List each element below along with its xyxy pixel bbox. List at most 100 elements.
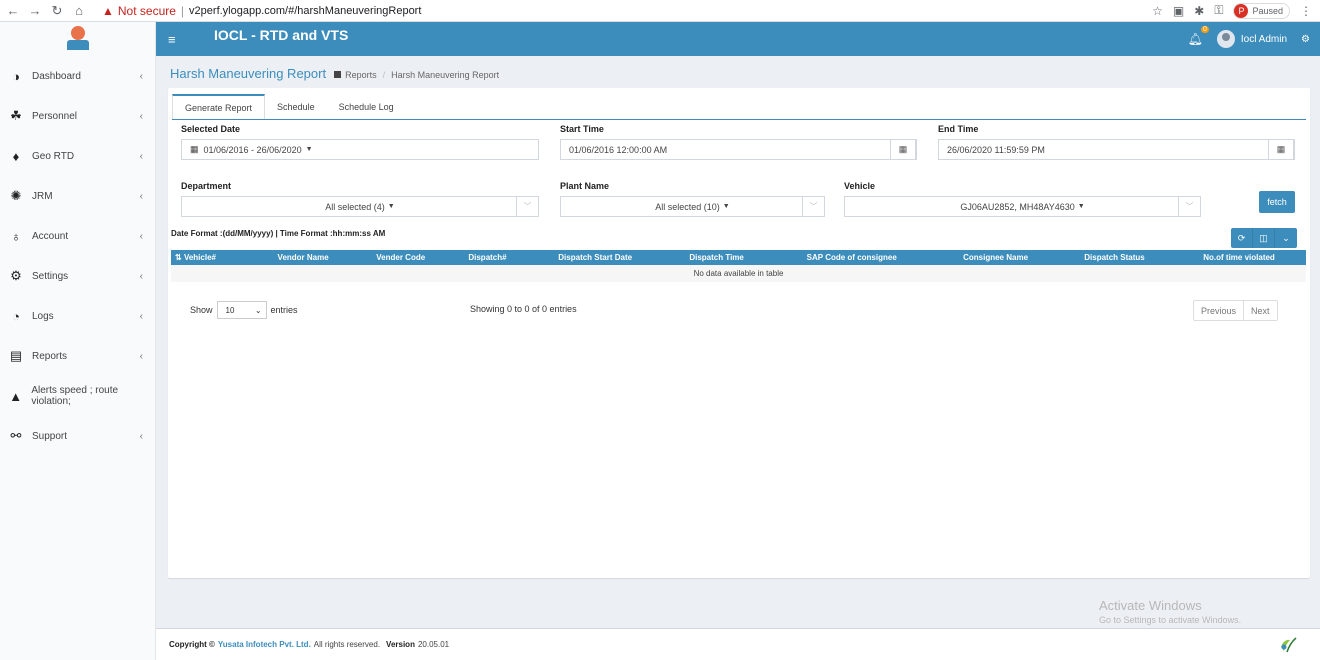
refresh-icon[interactable]: ⟳	[1231, 228, 1253, 248]
control-sidebar-icon[interactable]: ⚙	[1301, 34, 1310, 45]
app-title: IOCL - RTD and VTS	[214, 27, 349, 43]
clock-icon: ◔	[12, 308, 20, 324]
column-header[interactable]: ⇅ Vehicle#	[171, 250, 254, 265]
chevron-left-icon: ‹	[139, 350, 143, 362]
report-panel: Generate Report Schedule Schedule Log Se…	[168, 88, 1310, 578]
chevron-down-icon: ﹀	[1178, 196, 1200, 217]
plant-name-label: Plant Name	[560, 181, 610, 191]
home-icon[interactable]: ⌂	[70, 3, 88, 18]
tab-schedule-log[interactable]: Schedule Log	[327, 94, 406, 120]
sidebar-item-label: Geo RTD	[32, 150, 75, 162]
table-actions: ⟳ ◫ ⌄	[1231, 228, 1297, 248]
sidebar-item-label: Personnel	[32, 110, 78, 122]
sidebar-item-personnel[interactable]: ☘ Personnel ‹	[0, 96, 155, 136]
start-time-field[interactable]: 01/06/2016 12:00:00 AM ▦	[560, 139, 917, 160]
selected-date-label: Selected Date	[181, 124, 241, 134]
start-time-label: Start Time	[560, 124, 604, 134]
star-icon[interactable]: ☆	[1152, 4, 1163, 18]
export-dropdown-icon[interactable]: ⌄	[1275, 228, 1297, 248]
sidebar-item-geo[interactable]: ♦ Geo RTD ‹	[0, 136, 155, 176]
page-size-select[interactable]: 10 ⌄	[216, 301, 267, 319]
column-header[interactable]: SAP Code of consignee	[769, 250, 935, 265]
fetch-button[interactable]: fetch	[1259, 191, 1295, 213]
column-header[interactable]: Vendor Name	[253, 250, 353, 265]
column-header[interactable]: Dispatch#	[448, 250, 527, 265]
calendar-icon[interactable]: ▦	[1268, 139, 1294, 160]
caret-down-icon: ▼	[387, 203, 395, 210]
avatar	[1216, 30, 1235, 48]
warning-icon: ▲	[102, 3, 114, 18]
hamburger-icon[interactable]: ≡	[168, 32, 184, 47]
sidebar-item-label: Support	[32, 430, 68, 442]
column-header[interactable]: Consignee Name	[934, 250, 1057, 265]
profile-button[interactable]: P Paused	[1233, 2, 1290, 19]
user-menu[interactable]: Iocl Admin	[1216, 30, 1287, 48]
sidebar-item-settings[interactable]: ⚙ Settings ‹	[0, 256, 155, 296]
windows-activation-watermark: Activate Windows Go to Settings to activ…	[1099, 598, 1242, 625]
chevron-down-icon: ⌄	[254, 305, 262, 315]
page-title: Harsh Maneuvering Report	[170, 66, 327, 81]
column-header[interactable]: No.of time violated	[1172, 250, 1306, 265]
column-header[interactable]: Dispatch Start Date	[526, 250, 664, 265]
plant-name-select[interactable]: All selected (10) ▼ ﹀	[560, 196, 825, 217]
breadcrumb: Reports / Harsh Maneuvering Report	[334, 70, 499, 80]
sidebar-item-label: Alerts speed ; route violation;	[31, 385, 119, 407]
table-row: No data available in table	[171, 265, 1306, 282]
sidebar-item-account[interactable]: ♁ Account ‹	[0, 216, 155, 256]
reload-icon[interactable]: ↻	[48, 3, 66, 19]
browser-menu-icon[interactable]: ⋮	[1300, 4, 1312, 18]
end-time-label: End Time	[938, 124, 979, 134]
sidebar-item-label: Settings	[32, 270, 69, 282]
sidebar-item-label: Reports	[32, 350, 68, 362]
vehicle-select[interactable]: GJ06AU2852, MH48AY4630 ▼ ﹀	[844, 196, 1201, 217]
sidebar-item-alerts[interactable]: ▲ Alerts speed ; route violation;	[0, 376, 155, 416]
sidebar-item-support[interactable]: ⚯ Support ‹	[0, 416, 155, 456]
next-button[interactable]: Next	[1243, 301, 1277, 320]
tab-schedule[interactable]: Schedule	[265, 94, 327, 120]
sidebar-item-dashboard[interactable]: ◑ Dashboard ‹	[0, 56, 155, 96]
sidebar-item-jrm[interactable]: ✺ JRM ‹	[0, 176, 155, 216]
sort-icon: ⇅	[175, 253, 184, 262]
forward-icon[interactable]: →	[26, 3, 44, 18]
gear-icon: ✺	[10, 188, 22, 203]
column-toggle-icon[interactable]: ◫	[1253, 228, 1275, 248]
sidebar-item-logs[interactable]: ◔ Logs ‹	[0, 296, 155, 336]
extension-icon[interactable]: ▣	[1173, 4, 1184, 18]
chevron-down-icon: ﹀	[516, 196, 538, 217]
calendar-icon: ▦	[190, 144, 199, 154]
cog-icon: ⚙	[10, 268, 22, 283]
calendar-icon[interactable]: ▦	[890, 139, 916, 160]
notification-bell-icon[interactable]: 🔔︎ 0	[1188, 26, 1209, 46]
sidebar-item-reports[interactable]: ▤ Reports ‹	[0, 336, 155, 376]
column-header[interactable]: Vender Code	[352, 250, 449, 265]
back-icon[interactable]: ←	[4, 3, 22, 18]
previous-button[interactable]: Previous	[1194, 301, 1243, 320]
company-link[interactable]: Yusata Infotech Pvt. Ltd.	[218, 640, 311, 649]
date-range-picker[interactable]: ▦ 01/06/2016 - 26/06/2020 ▼	[181, 139, 539, 160]
column-header[interactable]: Dispatch Time	[663, 250, 770, 265]
sidebar-item-label: JRM	[32, 190, 53, 202]
end-time-field[interactable]: 26/06/2020 11:59:59 PM ▦	[938, 139, 1295, 160]
caret-down-icon: ▼	[1077, 203, 1085, 210]
personnel-icon: ☘	[10, 108, 22, 123]
breadcrumb-current: Harsh Maneuvering Report	[391, 69, 500, 80]
logo[interactable]	[0, 22, 155, 56]
column-header[interactable]: Dispatch Status	[1056, 250, 1173, 265]
department-label: Department	[181, 181, 232, 191]
security-indicator[interactable]: ▲ Not secure	[102, 4, 176, 18]
sidebar-item-label: Account	[32, 230, 69, 242]
sidebar-item-label: Logs	[32, 310, 54, 322]
chevron-left-icon: ‹	[139, 270, 143, 282]
dashboard-icon: ◑	[12, 68, 20, 84]
format-note: Date Format :(dd/MM/yyyy) | Time Format …	[171, 229, 386, 238]
profile-avatar: P	[1234, 3, 1249, 18]
department-select[interactable]: All selected (4) ▼ ﹀	[181, 196, 539, 217]
tab-generate-report[interactable]: Generate Report	[172, 94, 266, 120]
breadcrumb-reports[interactable]: Reports	[345, 70, 377, 80]
puzzle-icon[interactable]: ✱	[1194, 4, 1204, 18]
reports-icon: ▤	[9, 348, 23, 363]
report-table: ⇅ Vehicle# Vendor Name Vender Code Dispa…	[171, 250, 1306, 282]
address-bar[interactable]: v2perf.ylogapp.com/#/harshManeuveringRep…	[189, 5, 421, 17]
chevron-left-icon: ‹	[139, 70, 143, 82]
key-icon[interactable]: ⚿	[1214, 3, 1223, 18]
